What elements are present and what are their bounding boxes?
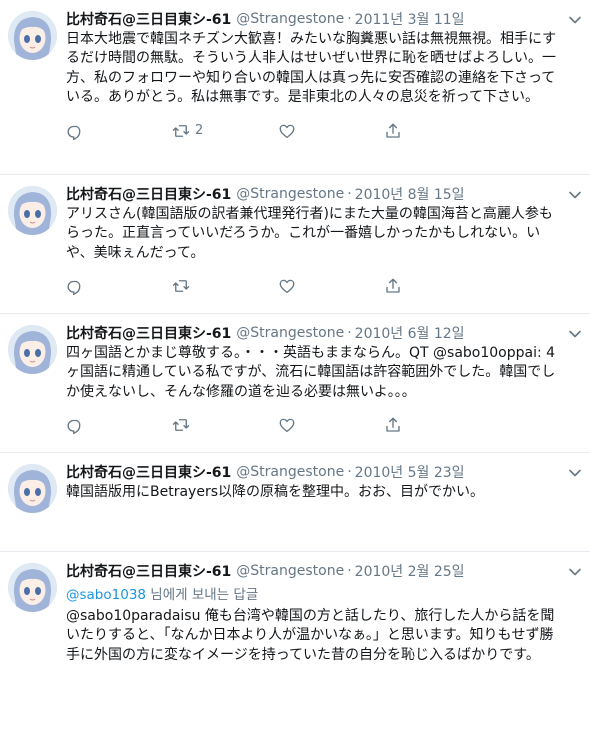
- reply-button[interactable]: [66, 277, 172, 296]
- avatar[interactable]: [8, 186, 57, 235]
- author-handle[interactable]: @Strangestone: [236, 464, 344, 480]
- like-button[interactable]: [278, 416, 384, 434]
- tweet-timestamp[interactable]: 2010년 5월 23일: [355, 462, 465, 482]
- chevron-down-icon[interactable]: [568, 466, 582, 480]
- tweet-timestamp[interactable]: 2010년 6월 12일: [355, 323, 465, 343]
- avatar[interactable]: [8, 464, 57, 513]
- retweet-icon: [172, 419, 190, 432]
- reply-button[interactable]: [66, 416, 172, 435]
- tweet-header: 比村奇石@三日目東シ-61 @Strangestone · 2010년 2월 2…: [66, 561, 578, 581]
- tweet-timestamp[interactable]: 2010년 8월 15일: [355, 184, 465, 204]
- tweet-actions: [66, 267, 578, 305]
- retweet-button[interactable]: 2: [172, 122, 278, 140]
- author-handle[interactable]: @Strangestone: [236, 186, 344, 202]
- like-button[interactable]: [278, 122, 384, 140]
- share-icon: [386, 417, 400, 432]
- like-icon: [279, 418, 295, 433]
- reply-context-label: 님에게 보내는 답글: [146, 587, 259, 603]
- chevron-down-icon[interactable]: [568, 327, 582, 341]
- reply-icon: [67, 125, 81, 140]
- separator-dot: ·: [347, 464, 352, 480]
- share-button[interactable]: [384, 277, 490, 295]
- author-handle[interactable]: @Strangestone: [236, 563, 344, 579]
- tweet-timestamp[interactable]: 2010년 2월 25일: [355, 561, 465, 581]
- retweet-icon: [172, 124, 190, 137]
- like-button[interactable]: [278, 277, 384, 295]
- reply-mention-link[interactable]: @sabo1038: [66, 587, 146, 603]
- tweet[interactable]: 比村奇石@三日目東シ-61 @Strangestone · 2010년 5월 2…: [0, 453, 590, 552]
- tweet-text: 四ヶ国語とかまじ尊敬する。・・・英語もままならん。QT @sabo10oppai…: [66, 345, 556, 400]
- retweet-button[interactable]: [172, 277, 278, 295]
- tweet-text: 日本大地震で韓国ネチズン大歓喜！みたいな胸糞悪い話は無視無視。相手にするだけ時間…: [66, 31, 557, 106]
- tweet-header: 比村奇石@三日目東シ-61 @Strangestone · 2010년 5월 2…: [66, 462, 578, 482]
- retweet-icon: [172, 280, 190, 293]
- tweet-text: アリスさん(韓国語版の訳者兼代理発行者)にまた大量の韓国海苔と高麗人参もらった。…: [66, 206, 553, 261]
- avatar[interactable]: [8, 11, 57, 60]
- author-handle[interactable]: @Strangestone: [236, 11, 344, 27]
- reply-icon: [67, 281, 81, 296]
- tweet[interactable]: 比村奇石@三日目東シ-61 @Strangestone · 2011년 3월 1…: [0, 0, 590, 175]
- share-button[interactable]: [384, 122, 490, 140]
- reply-context: @sabo1038 님에게 보내는 답글: [66, 583, 578, 603]
- reply-button[interactable]: [66, 122, 172, 140]
- avatar[interactable]: [8, 325, 57, 374]
- chevron-down-icon[interactable]: [568, 13, 582, 27]
- author-name[interactable]: 比村奇石@三日目東シ-61: [66, 184, 231, 204]
- tweet-timestamp[interactable]: 2011년 3월 11일: [355, 9, 465, 29]
- tweet[interactable]: 比村奇石@三日目東シ-61 @Strangestone · 2010년 8월 1…: [0, 175, 590, 314]
- like-icon: [279, 279, 295, 294]
- tweet-text: 韓国語版用にBetrayers以降の原稿を整理中。おお、目がでかい。: [66, 484, 484, 500]
- avatar[interactable]: [8, 563, 57, 612]
- author-handle[interactable]: @Strangestone: [236, 325, 344, 341]
- author-name[interactable]: 比村奇石@三日目東シ-61: [66, 9, 231, 29]
- reply-icon: [67, 420, 81, 435]
- tweet-actions: [66, 406, 578, 444]
- chevron-down-icon[interactable]: [568, 188, 582, 202]
- author-name[interactable]: 比村奇石@三日目東シ-61: [66, 323, 231, 343]
- like-icon: [279, 124, 295, 138]
- separator-dot: ·: [347, 11, 352, 27]
- author-name[interactable]: 比村奇石@三日目東シ-61: [66, 462, 231, 482]
- tweet[interactable]: 比村奇石@三日目東シ-61 @Strangestone · 2010년 6월 1…: [0, 314, 590, 453]
- tweet-header: 比村奇石@三日目東シ-61 @Strangestone · 2010년 8월 1…: [66, 184, 578, 204]
- share-icon: [386, 123, 400, 138]
- author-name[interactable]: 比村奇石@三日目東シ-61: [66, 561, 231, 581]
- tweet-text: @sabo10paradaisu 俺も台湾や韓国の方と話したり、旅行した人から話…: [66, 608, 555, 663]
- separator-dot: ·: [347, 563, 352, 579]
- share-button[interactable]: [384, 416, 490, 434]
- tweet-header: 比村奇石@三日目東シ-61 @Strangestone · 2010년 6월 1…: [66, 323, 578, 343]
- tweet-header: 比村奇石@三日目東シ-61 @Strangestone · 2011년 3월 1…: [66, 9, 578, 29]
- timeline: 比村奇石@三日目東シ-61 @Strangestone · 2011년 3월 1…: [0, 0, 590, 731]
- share-icon: [386, 278, 400, 293]
- tweet[interactable]: 比村奇石@三日目東シ-61 @Strangestone · 2010년 2월 2…: [0, 552, 590, 731]
- separator-dot: ·: [347, 325, 352, 341]
- retweet-button[interactable]: [172, 416, 278, 434]
- chevron-down-icon[interactable]: [568, 565, 582, 579]
- retweet-count: 2: [195, 123, 204, 139]
- separator-dot: ·: [347, 186, 352, 202]
- tweet-actions: 2: [66, 112, 578, 150]
